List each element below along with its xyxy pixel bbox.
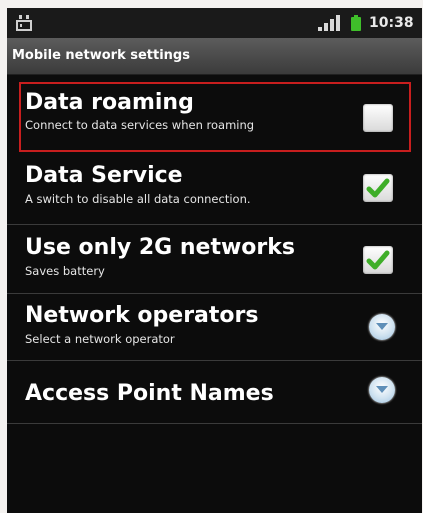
battery-icon	[351, 15, 361, 31]
check-mark-icon	[366, 250, 390, 270]
page-title: Mobile network settings	[12, 48, 190, 63]
setting-title: Data Service	[25, 163, 183, 188]
setting-summary: A switch to disable all data connection.	[25, 192, 251, 206]
chevron-down-icon[interactable]	[369, 314, 395, 340]
setting-title: Access Point Names	[25, 381, 274, 406]
phone-frame: 10:38 Mobile network settings Data roami…	[0, 0, 423, 513]
data-service-checkbox[interactable]	[363, 174, 393, 202]
notification-icon	[16, 15, 32, 31]
status-clock: 10:38	[369, 15, 414, 31]
title-bar: Mobile network settings	[7, 38, 422, 75]
setting-title: Network operators	[25, 303, 259, 328]
status-bar: 10:38	[7, 8, 422, 38]
use-2g-checkbox[interactable]	[363, 246, 393, 274]
setting-use-2g-only[interactable]: Use only 2G networks Saves battery	[7, 225, 422, 294]
setting-access-point-names[interactable]: Access Point Names	[7, 361, 422, 424]
setting-network-operators[interactable]: Network operators Select a network opera…	[7, 294, 422, 361]
setting-summary: Select a network operator	[25, 332, 175, 346]
setting-data-service[interactable]: Data Service A switch to disable all dat…	[7, 154, 422, 225]
selection-highlight	[19, 82, 411, 152]
screen: 10:38 Mobile network settings Data roami…	[7, 8, 422, 513]
chevron-down-icon[interactable]	[369, 377, 395, 403]
setting-summary: Saves battery	[25, 264, 105, 278]
check-mark-icon	[366, 178, 390, 198]
signal-icon	[318, 15, 340, 31]
setting-title: Use only 2G networks	[25, 235, 295, 260]
